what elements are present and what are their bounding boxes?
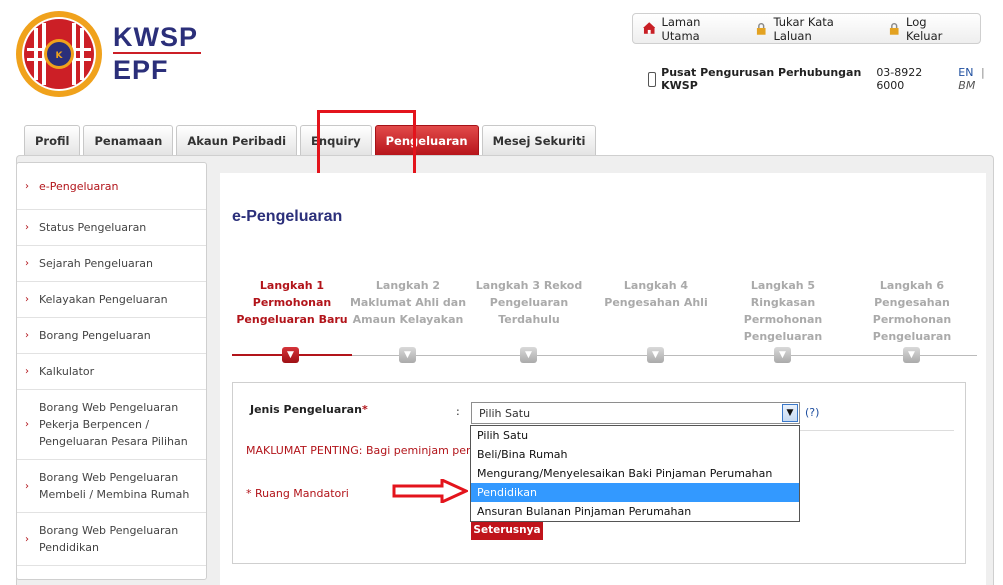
home-link[interactable]: Laman Utama [643,15,739,43]
select-value: Pilih Satu [479,406,531,420]
step-1-marker: ▼ [282,347,299,363]
tab-penamaan[interactable]: Penamaan [83,125,174,155]
contact-label: Pusat Pengurusan Perhubungan KWSP [661,66,862,92]
phone-icon [648,71,657,87]
lock-icon [889,23,899,35]
chevron-right-icon: › [25,330,29,341]
step-2: Langkah 2 Maklumat Ahli dan Amaun Kelaya… [349,279,467,326]
brand-epf: EPF [113,55,169,85]
change-password-link[interactable]: Tukar Kata Laluan [755,15,872,43]
sidebar-item-label: Sejarah Pengeluaran [39,257,154,270]
step-6-marker: ▼ [903,347,920,363]
logout-link[interactable]: Log Keluar [888,15,964,43]
required-mark: * [361,403,368,416]
sidebar-item-kelayakan[interactable]: › Kelayakan Pengeluaran [17,282,206,318]
svg-text:K: K [56,51,64,61]
field-colon: : [456,405,460,418]
sidebar-item-label: Borang Web Pengeluaran Pendidikan [39,524,179,554]
step-1: Langkah 1 Permohonan Pengeluaran Baru [236,279,348,326]
chevron-down-icon[interactable]: ▼ [782,404,798,422]
help-link[interactable]: (?) [805,406,819,419]
tab-akaun-peribadi[interactable]: Akaun Peribadi [176,125,298,155]
field-label-text: Jenis Pengeluaran [250,403,362,416]
chevron-right-icon: › [25,294,29,305]
next-button[interactable]: Seterusnya [471,520,543,540]
sidebar-item-sejarah[interactable]: › Sejarah Pengeluaran [17,246,206,282]
page-title: e-Pengeluaran [232,208,343,225]
language-switch: EN | BM [958,66,1003,92]
sidebar-item-e-pengeluaran[interactable]: › e-Pengeluaran [17,163,206,210]
sidebar-item-label: Borang Web Pengeluaran Pekerja Berpencen… [39,401,188,448]
step-6: Langkah 6 Pengesahan Permohonan Pengelua… [872,279,952,343]
sidebar-item-borang-pendidikan[interactable]: › Borang Web Pengeluaran Pendidikan [17,513,206,566]
sidebar-item-borang-pesara[interactable]: › Borang Web Pengeluaran Pekerja Berpenc… [17,390,206,460]
contact-info: Pusat Pengurusan Perhubungan KWSP 03-892… [648,66,1003,92]
sidebar-item-kalkulator[interactable]: › Kalkulator [17,354,206,390]
sidebar-item-label: Status Pengeluaran [39,221,147,234]
contact-phone: 03-8922 6000 [876,66,923,92]
dropdown-option[interactable]: Beli/Bina Rumah [471,445,799,464]
home-link-label: Laman Utama [661,14,701,43]
sidebar-item-borang-rumah[interactable]: › Borang Web Pengeluaran Membeli / Membi… [17,460,206,513]
step-3-marker: ▼ [520,347,537,363]
sidebar-item-label: e-Pengeluaran [39,179,119,193]
lang-en[interactable]: EN [958,66,973,79]
sidebar-item-label: Kalkulator [39,365,95,378]
sidebar-item-status[interactable]: › Status Pengeluaran [17,210,206,246]
main-tabs: Profil Penamaan Akaun Peribadi Enquiry P… [24,125,597,155]
highlight-box [317,110,416,179]
brand-kwsp: KWSP [113,22,198,52]
step-2-marker: ▼ [399,347,416,363]
chevron-right-icon: › [25,533,29,545]
dropdown-option[interactable]: Ansuran Bulanan Pinjaman Perumahan [471,502,799,521]
lang-bm[interactable]: BM [958,79,975,92]
sidebar-item-label: Borang Pengeluaran [39,329,151,342]
sidebar-item-borang[interactable]: › Borang Pengeluaran [17,318,206,354]
important-notice: MAKLUMAT PENTING: Bagi peminjam peru [246,444,478,457]
home-icon [643,22,656,34]
chevron-right-icon: › [25,180,29,192]
sidebar-item-label: Kelayakan Pengeluaran [39,293,168,306]
chevron-right-icon: › [25,366,29,377]
chevron-right-icon: › [25,480,29,492]
chevron-right-icon: › [25,419,29,430]
brand-wordmark: KWSP EPF [113,22,201,85]
withdrawal-type-select[interactable]: Pilih Satu ▼ [471,402,800,424]
chevron-right-icon: › [25,222,29,233]
brand-divider [113,52,201,54]
field-label: Jenis Pengeluaran* [250,403,368,416]
step-4-marker: ▼ [647,347,664,363]
withdrawal-type-dropdown: Pilih Satu Beli/Bina Rumah Mengurang/Men… [470,425,800,522]
dropdown-option[interactable]: Mengurang/Menyelesaikan Baki Pinjaman Pe… [471,464,799,483]
sidebar: › e-Pengeluaran › Status Pengeluaran › S… [16,162,207,580]
sidebar-item-label: Borang Web Pengeluaran Membeli / Membina… [39,471,190,501]
tab-mesej-sekuriti[interactable]: Mesej Sekuriti [481,125,597,155]
step-indicator: Langkah 1 Permohonan Pengeluaran Baru La… [232,277,977,367]
chevron-right-icon: › [25,258,29,269]
top-navigation: Laman Utama Tukar Kata Laluan Log Keluar [632,13,981,44]
step-4: Langkah 4 Pengesahan Ahli [604,279,708,309]
change-password-label: Tukar Kata Laluan [773,14,834,43]
step-3: Langkah 3 Rekod Pengeluaran Terdahulu [475,279,583,326]
step-5: Langkah 5 Ringkasan Permohonan Pengeluar… [743,279,823,343]
logout-label: Log Keluar [906,14,943,43]
lock-icon [756,23,766,35]
pointer-arrow-icon [392,479,468,503]
mandatory-note: * Ruang Mandatori [246,487,349,500]
lang-separator: | [980,66,985,79]
tab-profil[interactable]: Profil [24,125,81,155]
step-5-marker: ▼ [774,347,791,363]
kwsp-logo: K [16,11,102,97]
dropdown-option-highlighted[interactable]: Pendidikan [471,483,799,502]
dropdown-option[interactable]: Pilih Satu [471,426,799,445]
